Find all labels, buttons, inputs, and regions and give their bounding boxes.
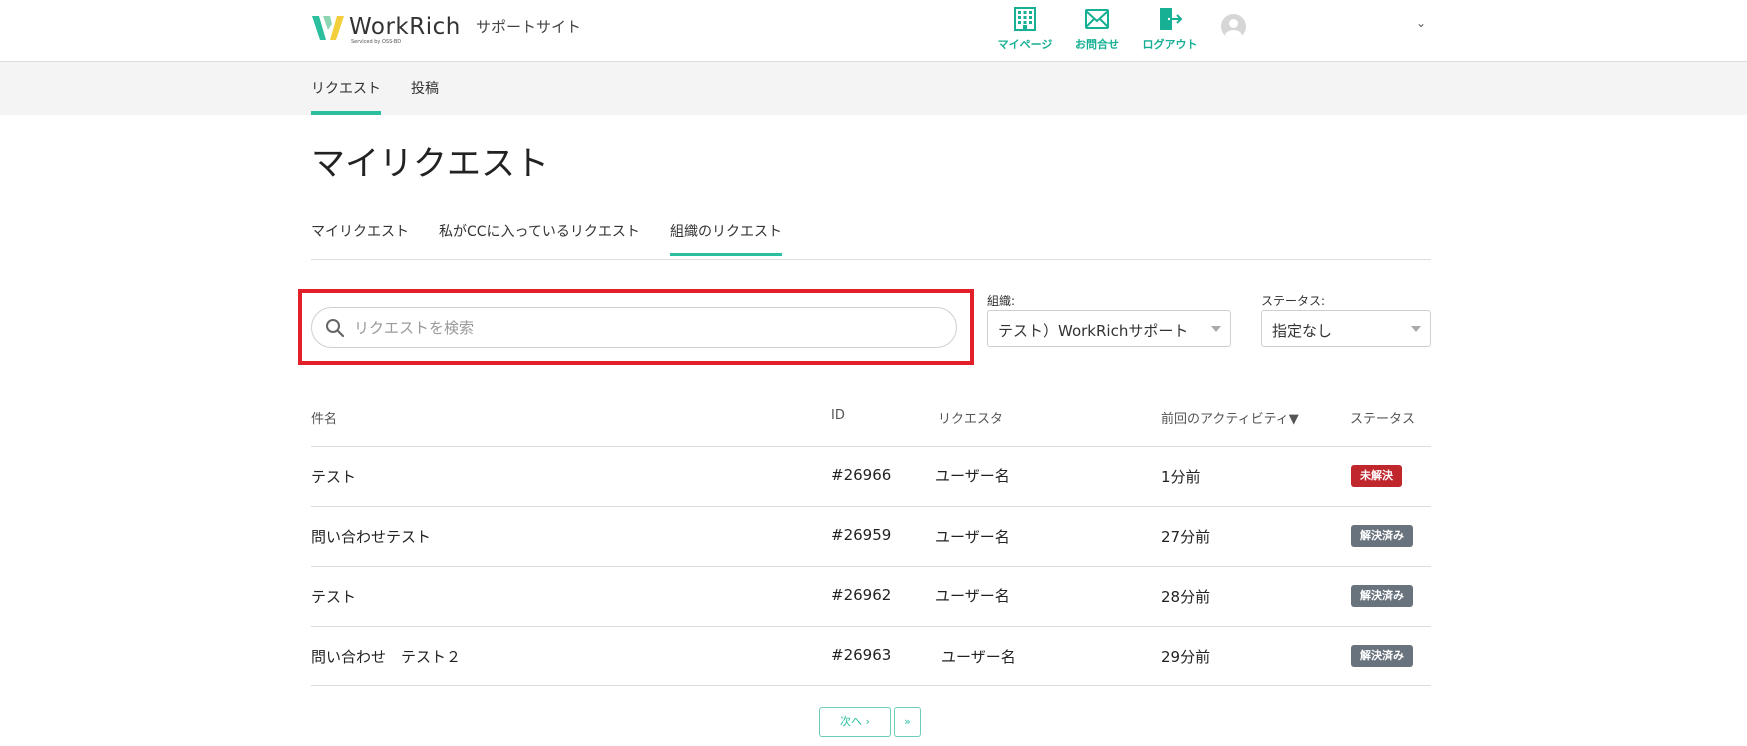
row-requester: ユーザー名	[935, 587, 1010, 605]
col-header-activity[interactable]: 前回のアクティビティ▼	[1161, 408, 1299, 427]
row-activity: 27分前	[1161, 528, 1211, 546]
nav-contact-button[interactable]: お問合せ	[1062, 6, 1132, 52]
row-id: #26959	[831, 526, 892, 544]
caret-down-icon	[1411, 326, 1421, 332]
user-avatar[interactable]	[1221, 14, 1246, 39]
caret-down-icon	[1211, 326, 1221, 332]
row-id: #26962	[831, 586, 892, 604]
status-badge: 解決済み	[1351, 525, 1413, 547]
nav-mypage-button[interactable]: マイページ	[990, 6, 1060, 52]
status-badge: 未解決	[1351, 465, 1402, 487]
pagination-last-button[interactable]: »	[894, 707, 921, 737]
building-icon	[1014, 7, 1036, 31]
tab-org-requests[interactable]: 組織のリクエスト	[670, 221, 782, 256]
org-filter-select[interactable]: テスト）WorkRichサポート	[987, 310, 1231, 347]
row-subject-link[interactable]: テスト	[311, 466, 356, 487]
sub-navigation: リクエスト 投稿	[0, 62, 1747, 115]
status-filter-value: 指定なし	[1272, 322, 1333, 340]
org-filter-label: 組織:	[987, 294, 1016, 308]
workrich-logo-mark-icon	[311, 10, 345, 44]
table-row[interactable]: 問い合わせテスト #26959 ユーザー名 27分前 解決済み	[311, 506, 1431, 566]
site-name: サポートサイト	[476, 18, 582, 36]
pagination-next-button[interactable]: 次へ ›	[819, 707, 891, 737]
status-filter-label: ステータス:	[1261, 294, 1326, 308]
tab-cc-requests[interactable]: 私がCCに入っているリクエスト	[439, 221, 640, 241]
col-header-status[interactable]: ステータス	[1350, 408, 1415, 427]
logo-subtext: Serviced by OSS-BD	[351, 39, 402, 45]
status-badge: 解決済み	[1351, 585, 1413, 607]
row-subject-link[interactable]: 問い合わせテスト	[311, 526, 431, 547]
search-input[interactable]	[354, 318, 934, 337]
row-requester: ユーザー名	[935, 528, 1010, 546]
nav-logout-button[interactable]: ログアウト	[1135, 6, 1205, 52]
request-tabs: マイリクエスト 私がCCに入っているリクエスト 組織のリクエスト	[311, 218, 1431, 260]
col-header-id[interactable]: ID	[831, 408, 845, 423]
row-id: #26963	[831, 646, 892, 664]
col-header-requester[interactable]: リクエスタ	[938, 408, 1003, 427]
page-title: マイリクエスト	[311, 144, 549, 184]
col-header-subject[interactable]: 件名	[311, 408, 337, 427]
row-requester: ユーザー名	[941, 648, 1016, 666]
row-subject-link[interactable]: テスト	[311, 586, 356, 607]
subnav-item-posts[interactable]: 投稿	[411, 78, 439, 98]
mail-icon	[1085, 9, 1109, 29]
nav-contact-label: お問合せ	[1075, 38, 1119, 51]
row-requester: ユーザー名	[935, 467, 1010, 485]
row-id: #26966	[831, 466, 892, 484]
org-filter-value: テスト）WorkRichサポート	[998, 322, 1189, 340]
table-row[interactable]: テスト #26966 ユーザー名 1分前 未解決	[311, 446, 1431, 506]
subnav-item-requests[interactable]: リクエスト	[311, 78, 381, 115]
row-activity: 28分前	[1161, 588, 1211, 606]
table-row[interactable]: 問い合わせ テスト２ #26963 ユーザー名 29分前 解決済み	[311, 626, 1431, 686]
logout-door-icon	[1160, 8, 1183, 30]
row-activity: 1分前	[1161, 468, 1201, 486]
search-field[interactable]	[311, 307, 957, 348]
nav-mypage-label: マイページ	[997, 38, 1053, 51]
top-header: WorkRich Serviced by OSS-BD サポートサイト マイペー…	[0, 0, 1747, 62]
row-activity: 29分前	[1161, 648, 1211, 666]
logo-text: WorkRich	[349, 14, 461, 40]
workrich-logo[interactable]: WorkRich Serviced by OSS-BD	[311, 10, 461, 45]
search-icon	[326, 318, 345, 337]
row-subject-link[interactable]: 問い合わせ テスト２	[311, 646, 461, 667]
status-badge: 解決済み	[1351, 645, 1413, 667]
tab-my-requests[interactable]: マイリクエスト	[311, 221, 409, 241]
table-row[interactable]: テスト #26962 ユーザー名 28分前 解決済み	[311, 566, 1431, 626]
status-filter-select[interactable]: 指定なし	[1261, 310, 1431, 347]
nav-logout-label: ログアウト	[1142, 38, 1198, 51]
chevron-down-icon[interactable]: ⌄	[1416, 16, 1426, 30]
